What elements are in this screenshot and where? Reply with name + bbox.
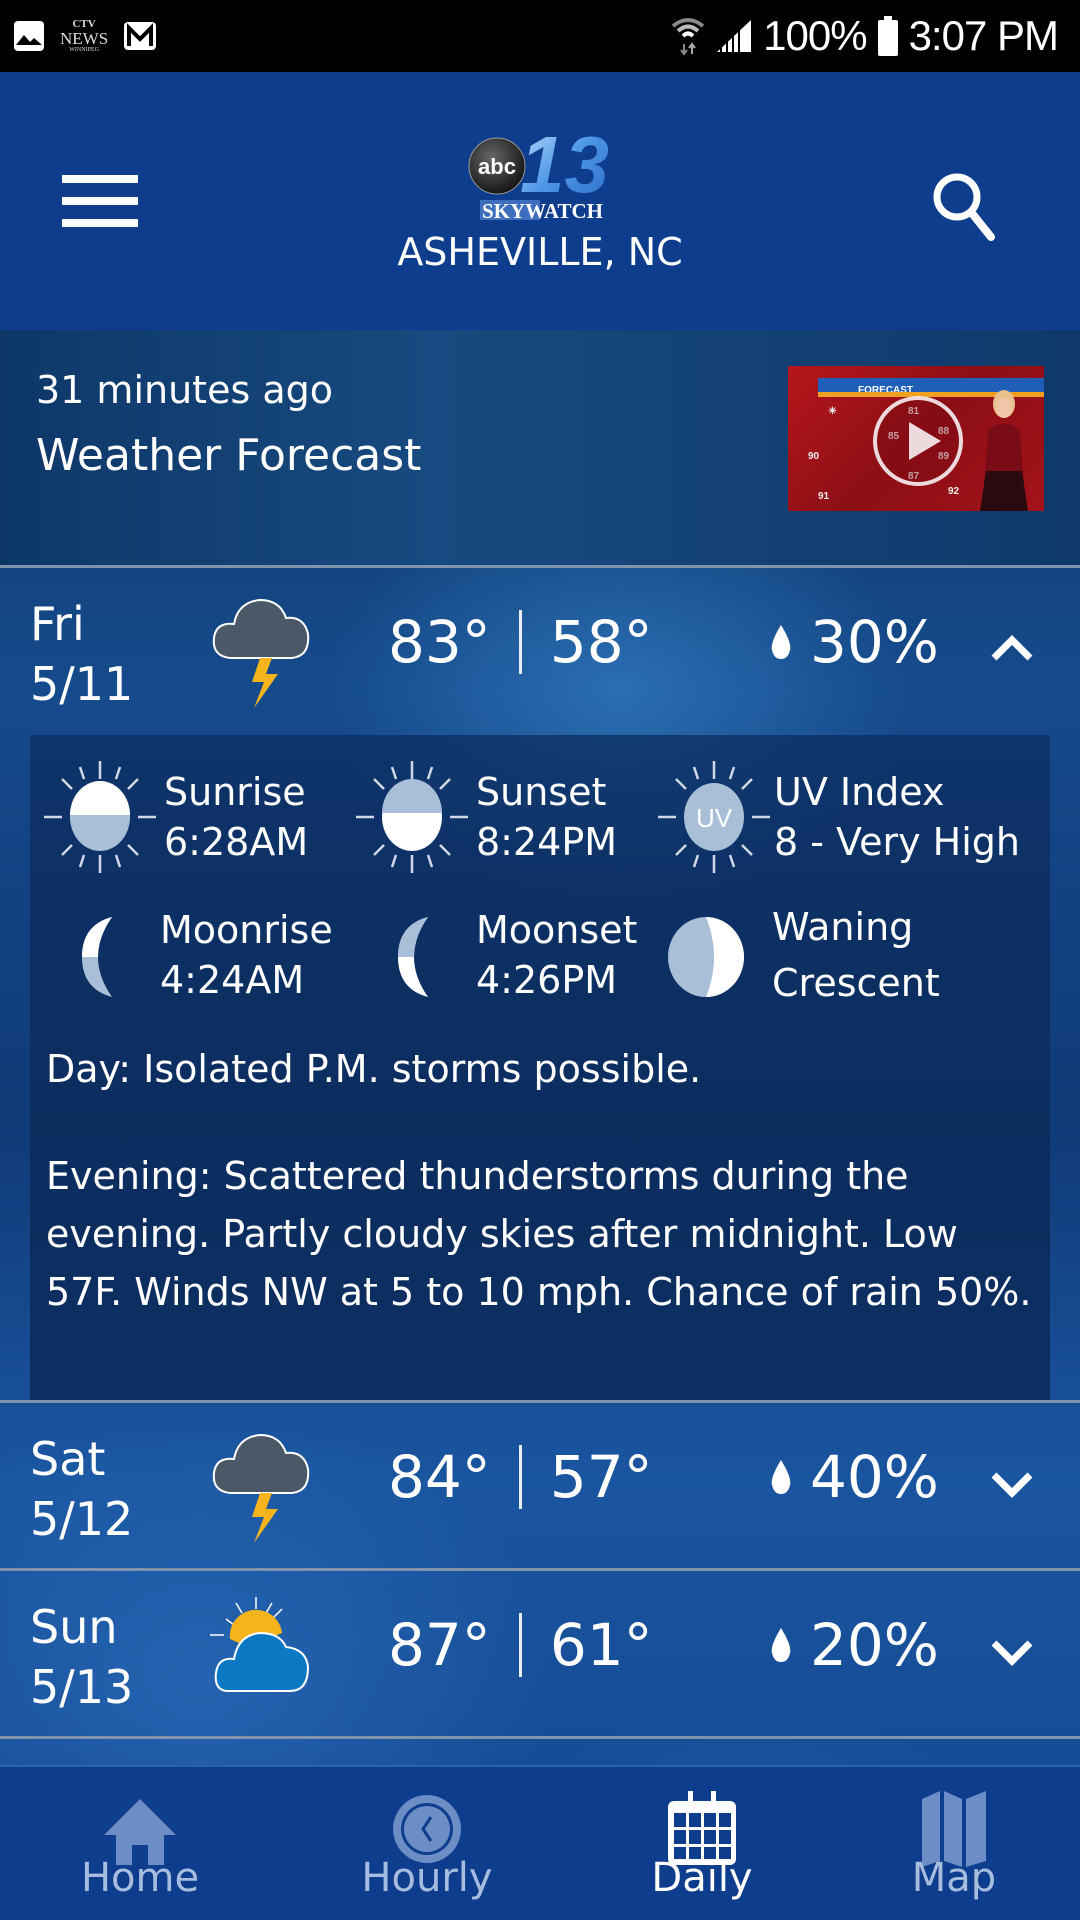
battery-icon <box>877 16 898 56</box>
sunrise-time: 6:28AM <box>164 820 309 864</box>
notification-icons: CTV NEWS WINNIPEG <box>12 19 158 53</box>
sunset-item: Sunset 8:24PM <box>352 757 617 877</box>
moonrise-time: 4:24AM <box>160 958 305 1002</box>
moonset-icon <box>398 917 428 997</box>
uv-label: UV Index <box>774 770 945 814</box>
precip-chance: 20% <box>810 1611 939 1679</box>
sunrise-icon <box>44 761 156 873</box>
moonset-time: 4:26PM <box>476 958 618 1002</box>
video-card[interactable]: 31 minutes ago Weather Forecast FORECAST… <box>0 330 1080 565</box>
menu-icon-bar <box>62 219 138 227</box>
ctv-news-icon: CTV NEWS WINNIPEG <box>60 18 109 54</box>
moonset-item: Moonset 4:26PM <box>356 895 637 1015</box>
menu-icon-bar <box>62 175 138 183</box>
raindrop-icon <box>771 1460 791 1494</box>
moon-phase-line1: Waning <box>772 905 914 949</box>
evening-forecast-text: Evening: Scattered thunderstorms during … <box>46 1154 1032 1314</box>
day-row-sat[interactable]: Sat 5/12 84° 57° 40% <box>0 1403 1080 1568</box>
abc13-skywatch-logo: 13 abc SKYWATCH <box>468 124 609 223</box>
moonset-label: Moonset <box>476 908 638 952</box>
app-header: 13 abc SKYWATCH ASHEVILLE, NC <box>0 72 1080 330</box>
svg-text:SKYWATCH: SKYWATCH <box>482 199 603 223</box>
precip-chance: 40% <box>810 1443 939 1511</box>
play-icon[interactable] <box>873 396 963 486</box>
wifi-icon <box>671 18 705 56</box>
menu-icon-bar <box>62 197 138 205</box>
video-time-ago: 31 minutes ago <box>36 368 333 412</box>
status-bar: CTV NEWS WINNIPEG 100% 3:07 PM <box>0 0 1080 72</box>
moonrise-label: Moonrise <box>160 908 333 952</box>
search-button[interactable] <box>925 167 1005 247</box>
day-forecast-text: Day: Isolated P.M. storms possible. <box>46 1047 702 1091</box>
moonrise-item: Moonrise 4:24AM <box>40 895 333 1015</box>
precip-chance: 30% <box>810 608 939 676</box>
moon-phase-line2: Crescent <box>772 961 940 1005</box>
chevron-down-icon[interactable] <box>988 1633 1036 1669</box>
date-label: 5/12 <box>30 1492 134 1546</box>
video-thumbnail[interactable]: FORECAST ☀ 81 85 88 90 89 87 91 92 <box>788 366 1044 511</box>
nav-daily[interactable]: Daily <box>612 1767 792 1920</box>
svg-text:abc: abc <box>478 154 516 179</box>
menu-button[interactable] <box>62 175 138 227</box>
clock: 3:07 PM <box>908 12 1059 59</box>
day-row-sun[interactable]: Sun 5/13 87° 61° 20% <box>0 1571 1080 1736</box>
temp-separator <box>518 610 522 674</box>
temp-separator <box>518 1445 522 1509</box>
chevron-down-icon[interactable] <box>988 1465 1036 1501</box>
day-label: Fri <box>30 597 85 651</box>
partly-cloudy-icon <box>210 1597 310 1692</box>
battery-percent: 100% <box>763 12 867 59</box>
uv-value: 8 - Very High <box>774 820 1020 864</box>
nav-hourly[interactable]: Hourly <box>337 1767 517 1920</box>
thunderstorm-icon <box>212 1433 310 1543</box>
date-label: 5/13 <box>30 1660 134 1714</box>
divider <box>0 1736 1080 1739</box>
high-temp: 83° <box>388 608 491 676</box>
nav-home-label: Home <box>80 1855 200 1901</box>
gmail-icon <box>124 22 157 50</box>
raindrop-icon <box>771 625 791 659</box>
thunderstorm-icon <box>212 598 310 708</box>
date-label: 5/11 <box>30 657 134 711</box>
waning-crescent-icon <box>668 917 744 997</box>
low-temp: 57° <box>549 1443 653 1511</box>
sunset-label: Sunset <box>476 770 607 814</box>
nav-hourly-label: Hourly <box>361 1855 493 1901</box>
nav-map-label: Map <box>911 1855 997 1901</box>
low-temp: 61° <box>549 1611 653 1679</box>
uv-sun-icon: UV <box>658 761 770 873</box>
sunset-time: 8:24PM <box>476 820 618 864</box>
low-temp: 58° <box>549 608 653 676</box>
nav-daily-label: Daily <box>651 1855 753 1901</box>
location-title: ASHEVILLE, NC <box>397 230 683 274</box>
presenter-image <box>980 390 1028 511</box>
video-title[interactable]: Weather Forecast <box>36 430 421 481</box>
day-label: Sun <box>30 1600 118 1654</box>
svg-text:UV: UV <box>696 803 733 833</box>
moonrise-icon <box>82 917 112 997</box>
day-label: Sat <box>30 1432 106 1486</box>
sunset-icon <box>356 761 468 873</box>
raindrop-icon <box>771 1628 791 1662</box>
sunrise-item: Sunrise 6:28AM <box>40 757 308 877</box>
high-temp: 84° <box>388 1443 491 1511</box>
temp-separator <box>518 1613 522 1677</box>
gallery-icon <box>14 21 44 51</box>
daily-forecast-content: 31 minutes ago Weather Forecast FORECAST… <box>0 330 1080 1765</box>
bottom-nav: Home Hourly Daily Map <box>0 1765 1080 1920</box>
chevron-up-icon[interactable] <box>988 630 1036 666</box>
day-detail-panel: Sunrise 6:28AM Sunset 8:24PM UV UV Index… <box>30 735 1050 1402</box>
day-row-fri[interactable]: Fri 5/11 83° 58° 30% <box>0 568 1080 733</box>
nav-home[interactable]: Home <box>50 1767 230 1920</box>
signal-icon <box>717 20 752 52</box>
nav-map[interactable]: Map <box>864 1767 1044 1920</box>
uv-index-item: UV UV Index 8 - Very High <box>654 757 1020 877</box>
moon-phase-item: Waning Crescent <box>660 895 940 1015</box>
high-temp: 87° <box>388 1611 491 1679</box>
svg-text:13: 13 <box>520 124 609 209</box>
sunrise-label: Sunrise <box>164 770 306 814</box>
